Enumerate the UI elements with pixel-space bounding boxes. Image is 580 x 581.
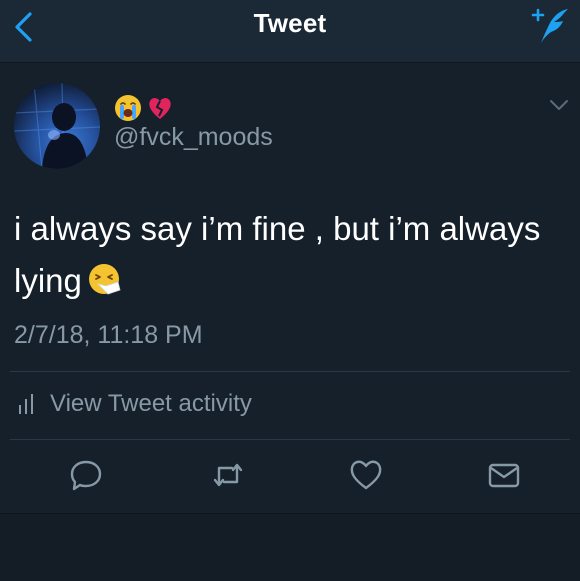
chevron-down-icon[interactable]: [548, 97, 570, 113]
divider: [10, 371, 570, 372]
sneezing-face-icon: [88, 264, 121, 295]
reply-bubble-icon[interactable]: [68, 457, 104, 493]
envelope-icon[interactable]: [486, 457, 522, 493]
view-tweet-activity-link[interactable]: View Tweet activity: [18, 389, 252, 419]
page-title: Tweet: [253, 8, 327, 38]
retweet-icon[interactable]: [210, 457, 246, 493]
loudly-crying-face-icon: [115, 95, 141, 121]
tweet-detail: @fvck_moods i always say i’m fine , but …: [0, 63, 580, 513]
avatar[interactable]: [14, 83, 100, 169]
compose-feather-icon[interactable]: [530, 6, 572, 46]
tweet-text-line-1: i always say i’m fine , but i’m always: [14, 210, 541, 247]
broken-heart-icon: [149, 98, 171, 119]
tweet-text-word: lying: [14, 262, 82, 299]
tweet-action-bar: [0, 445, 580, 505]
tweet-text: i always say i’m fine , but i’m always l…: [14, 203, 564, 307]
heart-icon[interactable]: [348, 457, 384, 493]
bar-chart-icon: [19, 394, 33, 414]
bottom-area: [0, 513, 580, 581]
tweet-timestamp: 2/7/18, 11:18 PM: [14, 321, 203, 349]
view-tweet-activity-label: View Tweet activity: [50, 390, 252, 417]
tweet-text-line-2: lying: [14, 255, 564, 307]
avatar-photo: [14, 83, 100, 169]
divider: [10, 439, 570, 440]
display-name-emojis: [114, 93, 174, 123]
top-navigation-bar: Tweet: [0, 0, 580, 63]
username-handle[interactable]: @fvck_moods: [114, 123, 273, 152]
